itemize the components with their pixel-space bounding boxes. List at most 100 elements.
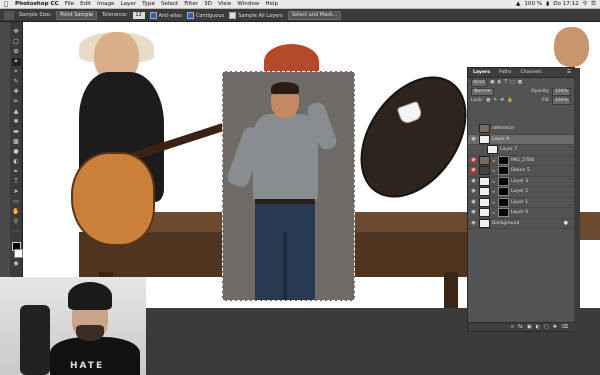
layer-row[interactable]: Layer 7 — [468, 145, 574, 156]
layer-mask-thumbnail[interactable] — [498, 187, 509, 197]
gradient-tool-icon[interactable]: ▩ — [12, 138, 21, 146]
layer-row[interactable]: ◉ ∞ IMG_2708 — [468, 155, 574, 166]
history-brush-icon[interactable]: ✱ — [12, 118, 21, 126]
contiguous-checkbox[interactable] — [186, 11, 194, 19]
eye-icon[interactable]: ◉ — [470, 156, 477, 164]
menu-help[interactable]: Help — [262, 1, 281, 7]
crop-tool-icon[interactable]: ⌖ — [12, 68, 21, 76]
eye-icon[interactable]: ◉ — [470, 220, 477, 227]
opacity-input[interactable]: 100% — [551, 87, 571, 96]
blur-tool-icon[interactable]: ● — [12, 148, 21, 156]
lock-pixels-icon[interactable]: ▩ — [486, 98, 490, 103]
layer-row[interactable]: reference — [468, 124, 574, 135]
marquee-tool-icon[interactable]: □ — [12, 38, 21, 46]
panel-menu-icon[interactable]: ☰ — [567, 70, 574, 75]
filter-smart-icon[interactable]: ▩ — [518, 80, 522, 85]
select-and-mask-button[interactable]: Select and Mask... — [287, 10, 342, 20]
layer-mask-thumbnail[interactable] — [498, 166, 509, 176]
shape-tool-icon[interactable]: ▭ — [12, 198, 21, 206]
link-layers-icon[interactable]: ∞ — [510, 324, 514, 330]
menu-type[interactable]: Type — [139, 1, 158, 7]
dodge-tool-icon[interactable]: ◐ — [12, 158, 21, 166]
kind-filter-select[interactable]: Kind — [471, 78, 488, 87]
fill-input[interactable]: 100% — [551, 96, 571, 105]
lock-move-icon[interactable]: ✥ — [500, 98, 504, 103]
brush-tool-icon[interactable]: ✏ — [12, 98, 21, 106]
layer-row[interactable]: ◉ ∞ Layer 2 — [468, 187, 574, 198]
quick-mask-icon[interactable]: ◉ — [12, 260, 21, 268]
menu-app[interactable]: Photoshop CC — [12, 1, 62, 7]
menu-window[interactable]: Window — [234, 1, 262, 7]
magic-wand-tool-icon[interactable]: ✦ — [11, 58, 21, 66]
more-tools-icon[interactable]: ⋯ — [12, 228, 21, 236]
filter-shape-icon[interactable]: □ — [510, 80, 514, 85]
tab-layers[interactable]: Layers — [471, 70, 492, 75]
lock-paint-icon[interactable]: ✎ — [493, 98, 497, 103]
stamp-tool-icon[interactable]: ▲ — [12, 108, 21, 116]
path-select-icon[interactable]: ➤ — [12, 188, 21, 196]
eye-icon[interactable] — [470, 125, 477, 132]
contiguous-option[interactable]: Contiguous — [186, 11, 224, 19]
pen-tool-icon[interactable]: ✒ — [12, 168, 21, 176]
layer-row[interactable]: ◉ ∞ Layer 1 — [468, 197, 574, 208]
menu-layer[interactable]: Layer — [118, 1, 140, 7]
hand-tool-icon[interactable]: ✋ — [12, 208, 21, 216]
trash-icon[interactable]: ⌫ — [561, 324, 568, 330]
eye-icon[interactable]: ◉ — [470, 209, 477, 216]
new-group-icon[interactable]: □ — [544, 324, 549, 330]
tool-preset-icon[interactable] — [4, 10, 14, 20]
apple-icon[interactable]:  — [0, 1, 12, 8]
layer-row[interactable]: ◉ ∞ Layer 0 — [468, 208, 574, 219]
type-tool-icon[interactable]: T — [12, 178, 21, 186]
tab-paths[interactable]: Paths — [497, 70, 514, 75]
tolerance-input[interactable]: 12 — [132, 11, 145, 19]
wifi-icon[interactable]: ▲ — [516, 1, 520, 7]
sample-all-checkbox[interactable] — [229, 11, 237, 19]
layer-row[interactable]: ◉ Layer 9 — [468, 134, 574, 145]
filter-type-icon[interactable]: T — [504, 80, 507, 85]
eye-icon[interactable]: ◉ — [470, 178, 477, 185]
adjustment-layer-icon[interactable]: ◐ — [536, 324, 540, 330]
menu-image[interactable]: Image — [94, 1, 118, 7]
fx-icon[interactable]: fx — [518, 324, 523, 330]
eraser-tool-icon[interactable]: ▬ — [12, 128, 21, 136]
battery-icon[interactable]: ▮ — [546, 1, 549, 7]
menu-filter[interactable]: Filter — [181, 1, 201, 7]
add-mask-icon[interactable]: ▣ — [527, 324, 532, 330]
eye-icon[interactable] — [470, 146, 477, 153]
new-layer-icon[interactable]: ✚ — [553, 324, 557, 330]
anti-alias-option[interactable]: Anti-alias — [149, 11, 182, 19]
lock-icon[interactable]: ● — [564, 220, 574, 226]
zoom-tool-icon[interactable]: ⚲ — [12, 218, 21, 226]
sample-all-option[interactable]: Sample All Layers — [229, 11, 283, 19]
layer-mask-thumbnail[interactable] — [498, 176, 509, 186]
layer-mask-thumbnail[interactable] — [498, 155, 509, 165]
sample-size-select[interactable]: Point Sample — [56, 10, 98, 20]
eyedropper-tool-icon[interactable]: ✎ — [12, 78, 21, 86]
menu-3d[interactable]: 3D — [201, 1, 215, 7]
eye-icon[interactable]: ◉ — [470, 188, 477, 195]
healing-tool-icon[interactable]: ✚ — [12, 88, 21, 96]
menu-file[interactable]: File — [62, 1, 77, 7]
layer-row[interactable]: ◉ Background ● — [468, 218, 574, 229]
menu-view[interactable]: View — [215, 1, 234, 7]
menu-select[interactable]: Select — [158, 1, 181, 7]
layer-mask-thumbnail[interactable] — [498, 197, 509, 207]
clock[interactable]: Do 17:12 — [553, 1, 579, 7]
move-tool-icon[interactable]: ✥ — [12, 28, 21, 36]
layer-row[interactable]: ◉ ∞ Layer 3 — [468, 176, 574, 187]
lock-all-icon[interactable]: 🔒 — [507, 98, 513, 103]
menu-edit[interactable]: Edit — [77, 1, 94, 7]
eye-icon[interactable]: ◉ — [470, 167, 477, 175]
filter-adjust-icon[interactable]: ◐ — [497, 80, 501, 85]
blend-mode-select[interactable]: Normal — [471, 87, 494, 96]
tab-channels[interactable]: Channels — [519, 70, 544, 75]
lasso-tool-icon[interactable]: ✿ — [12, 48, 21, 56]
layer-row[interactable]: ◉ ∞ Ebene 5 — [468, 166, 574, 177]
anti-alias-checkbox[interactable] — [149, 11, 157, 19]
search-icon[interactable]: ⚲ — [583, 1, 587, 7]
phone-man-photo-layer[interactable] — [222, 71, 355, 301]
menu-list-icon[interactable]: ☰ — [591, 1, 596, 7]
eye-icon[interactable]: ◉ — [470, 199, 477, 206]
filter-pixel-icon[interactable]: ▣ — [490, 80, 494, 85]
